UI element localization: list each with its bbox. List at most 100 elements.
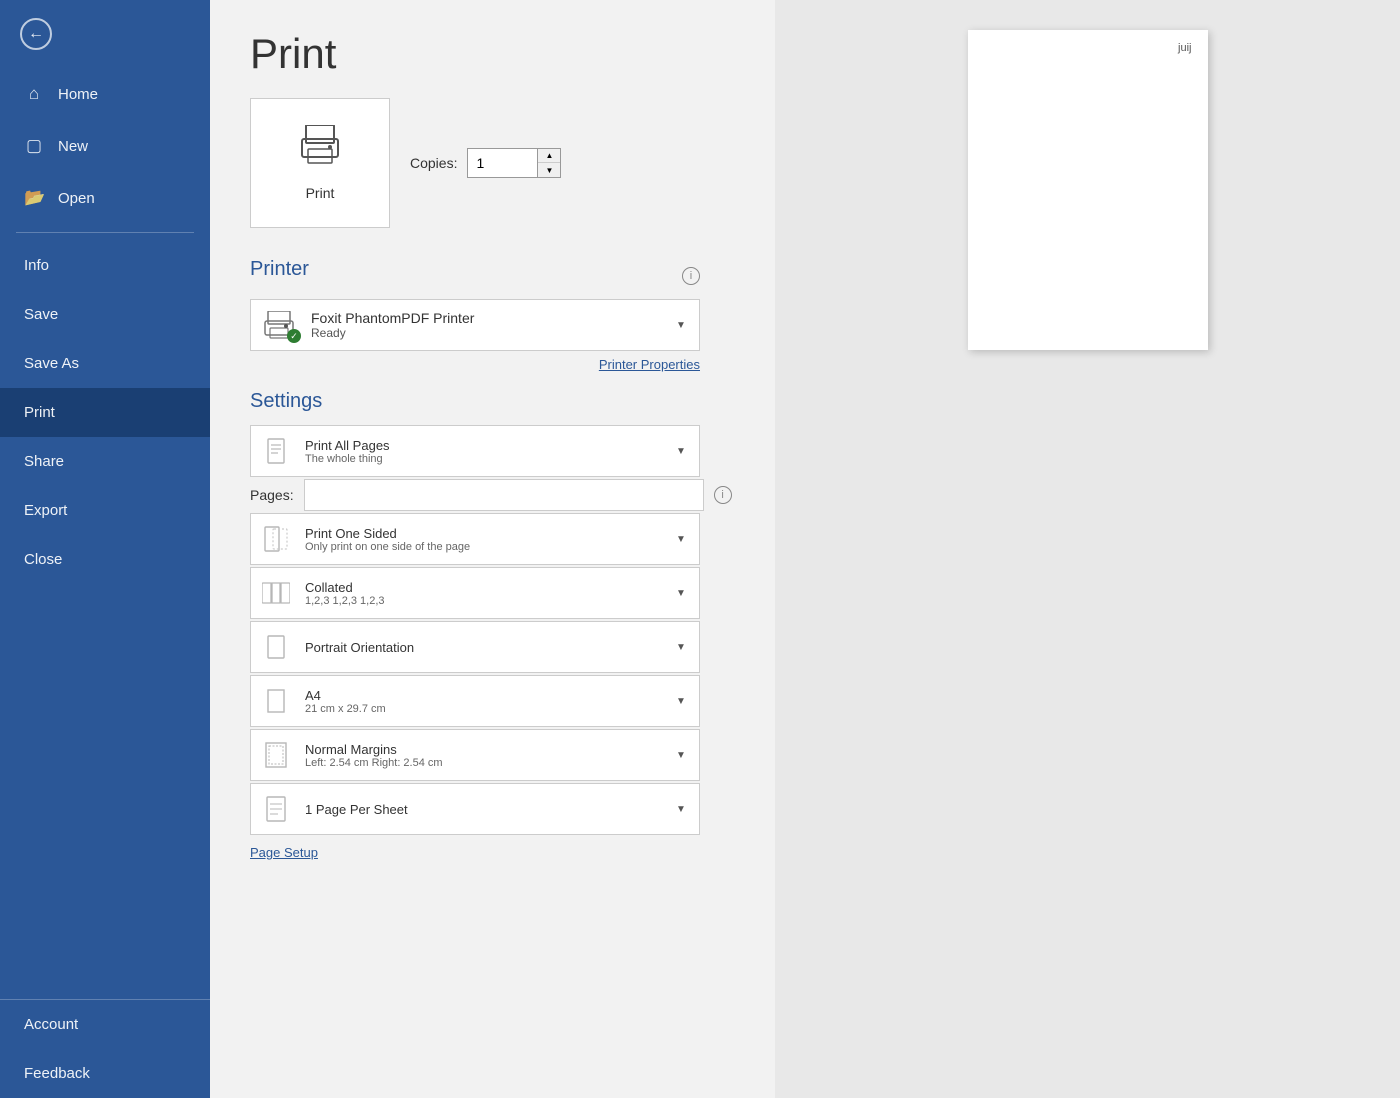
back-arrow-icon: ← bbox=[20, 18, 52, 50]
collate-arrow[interactable]: ▼ bbox=[663, 568, 699, 618]
setting-margins[interactable]: Normal Margins Left: 2.54 cm Right: 2.54… bbox=[250, 729, 700, 781]
duplex-arrow[interactable]: ▼ bbox=[663, 514, 699, 564]
sidebar-item-save[interactable]: Save bbox=[0, 290, 210, 339]
sidebar-item-save-as[interactable]: Save As bbox=[0, 339, 210, 388]
sidebar-item-close[interactable]: Close bbox=[0, 535, 210, 584]
pages-row: Pages: i bbox=[250, 479, 735, 511]
printer-icon-area: ✓ bbox=[251, 301, 307, 349]
settings-section-title: Settings bbox=[250, 390, 735, 413]
sidebar-item-open-label: Open bbox=[58, 190, 95, 207]
copies-decrement[interactable]: ▼ bbox=[538, 163, 560, 177]
printer-dropdown-arrow[interactable]: ▼ bbox=[663, 300, 699, 350]
sidebar-item-new-label: New bbox=[58, 138, 88, 155]
sidebar: ← ⌂ Home ▢ New 📂 Open Info Save Save As … bbox=[0, 0, 210, 1098]
margins-main: Normal Margins bbox=[305, 742, 659, 757]
preview-page: juij bbox=[968, 30, 1208, 350]
sidebar-item-close-label: Close bbox=[24, 551, 62, 568]
print-range-arrow[interactable]: ▼ bbox=[663, 426, 699, 476]
sidebar-item-info-label: Info bbox=[24, 257, 49, 274]
duplex-icon bbox=[251, 514, 301, 564]
open-folder-icon: 📂 bbox=[24, 188, 44, 208]
sidebar-item-home[interactable]: ⌂ Home bbox=[0, 68, 210, 120]
sidebar-item-feedback-label: Feedback bbox=[24, 1065, 90, 1082]
paper-size-main: A4 bbox=[305, 688, 659, 703]
copies-area: Copies: 1 ▲ ▼ bbox=[410, 148, 561, 178]
sidebar-item-print[interactable]: Print bbox=[0, 388, 210, 437]
printer-status: Ready bbox=[311, 326, 659, 340]
sidebar-item-open[interactable]: 📂 Open bbox=[0, 172, 210, 224]
printer-details: Foxit PhantomPDF Printer Ready bbox=[307, 302, 663, 348]
back-button[interactable]: ← bbox=[0, 0, 210, 68]
print-preview: juij bbox=[775, 0, 1400, 1098]
sidebar-item-feedback[interactable]: Feedback bbox=[0, 1049, 210, 1098]
paper-size-icon bbox=[251, 676, 301, 726]
margins-icon bbox=[251, 730, 301, 780]
print-range-icon bbox=[251, 426, 301, 476]
margins-arrow[interactable]: ▼ bbox=[663, 730, 699, 780]
duplex-text: Print One Sided Only print on one side o… bbox=[301, 519, 663, 560]
sidebar-item-share-label: Share bbox=[24, 453, 64, 470]
pages-info-icon[interactable]: i bbox=[714, 486, 732, 504]
print-range-main: Print All Pages bbox=[305, 438, 659, 453]
settings-section: Settings Print All Pages The whole thing… bbox=[250, 390, 735, 862]
collate-text: Collated 1,2,3 1,2,3 1,2,3 bbox=[301, 573, 663, 614]
printer-ready-badge: ✓ bbox=[287, 329, 301, 343]
pages-per-sheet-arrow[interactable]: ▼ bbox=[663, 784, 699, 834]
printer-icon bbox=[298, 125, 342, 175]
new-icon: ▢ bbox=[24, 136, 44, 156]
setting-collate[interactable]: Collated 1,2,3 1,2,3 1,2,3 ▼ bbox=[250, 567, 700, 619]
paper-size-sub: 21 cm x 29.7 cm bbox=[305, 703, 659, 715]
sidebar-item-new[interactable]: ▢ New bbox=[0, 120, 210, 172]
orientation-icon bbox=[251, 622, 301, 672]
setting-paper-size[interactable]: A4 21 cm x 29.7 cm ▼ bbox=[250, 675, 700, 727]
sidebar-item-save-label: Save bbox=[24, 306, 58, 323]
collate-main: Collated bbox=[305, 580, 659, 595]
orientation-arrow[interactable]: ▼ bbox=[663, 622, 699, 672]
sidebar-item-export-label: Export bbox=[24, 502, 67, 519]
margins-text: Normal Margins Left: 2.54 cm Right: 2.54… bbox=[301, 735, 663, 776]
print-button[interactable]: Print bbox=[250, 98, 390, 228]
setting-print-range[interactable]: Print All Pages The whole thing ▼ bbox=[250, 425, 700, 477]
printer-section-title: Printer bbox=[250, 258, 309, 281]
pages-per-sheet-main: 1 Page Per Sheet bbox=[305, 802, 659, 817]
collate-icon bbox=[251, 568, 301, 618]
printer-dropdown[interactable]: ✓ Foxit PhantomPDF Printer Ready ▼ bbox=[250, 299, 700, 351]
collate-sub: 1,2,3 1,2,3 1,2,3 bbox=[305, 595, 659, 607]
duplex-sub: Only print on one side of the page bbox=[305, 541, 659, 553]
print-range-text: Print All Pages The whole thing bbox=[301, 431, 663, 472]
setting-duplex[interactable]: Print One Sided Only print on one side o… bbox=[250, 513, 700, 565]
pages-label: Pages: bbox=[250, 487, 294, 503]
duplex-main: Print One Sided bbox=[305, 526, 659, 541]
pages-input[interactable] bbox=[304, 479, 704, 511]
printer-name: Foxit PhantomPDF Printer bbox=[311, 310, 659, 326]
orientation-text: Portrait Orientation bbox=[301, 633, 663, 662]
copies-input[interactable]: 1 bbox=[468, 149, 538, 177]
orientation-main: Portrait Orientation bbox=[305, 640, 659, 655]
sidebar-item-share[interactable]: Share bbox=[0, 437, 210, 486]
sidebar-item-account[interactable]: Account bbox=[0, 1000, 210, 1049]
sidebar-item-export[interactable]: Export bbox=[0, 486, 210, 535]
printer-section: Printer i ✓ Foxit PhantomPDF Printer Rea… bbox=[250, 258, 735, 372]
print-range-sub: The whole thing bbox=[305, 453, 659, 465]
page-setup-link[interactable]: Page Setup bbox=[250, 845, 318, 860]
pages-per-sheet-icon bbox=[251, 784, 301, 834]
copies-increment[interactable]: ▲ bbox=[538, 149, 560, 163]
preview-content-text: juij bbox=[1178, 42, 1191, 54]
printer-info-icon[interactable]: i bbox=[682, 267, 700, 285]
copies-spinner: 1 ▲ ▼ bbox=[467, 148, 561, 178]
copies-spin-buttons: ▲ ▼ bbox=[538, 149, 560, 177]
sidebar-item-info[interactable]: Info bbox=[0, 241, 210, 290]
print-button-label: Print bbox=[306, 185, 335, 201]
sidebar-item-account-label: Account bbox=[24, 1016, 78, 1033]
paper-size-arrow[interactable]: ▼ bbox=[663, 676, 699, 726]
setting-pages-per-sheet[interactable]: 1 Page Per Sheet ▼ bbox=[250, 783, 700, 835]
printer-properties-link[interactable]: Printer Properties bbox=[250, 357, 700, 372]
main-content: Print Print Copies: 1 bbox=[210, 0, 775, 1098]
setting-orientation[interactable]: Portrait Orientation ▼ bbox=[250, 621, 700, 673]
sidebar-divider-1 bbox=[16, 232, 194, 233]
print-panel: Print Print Copies: 1 bbox=[210, 0, 775, 882]
sidebar-bottom: Account Feedback bbox=[0, 999, 210, 1098]
sidebar-item-print-label: Print bbox=[24, 404, 55, 421]
home-icon: ⌂ bbox=[24, 84, 44, 104]
print-action-area: Print Copies: 1 ▲ ▼ bbox=[250, 98, 735, 228]
